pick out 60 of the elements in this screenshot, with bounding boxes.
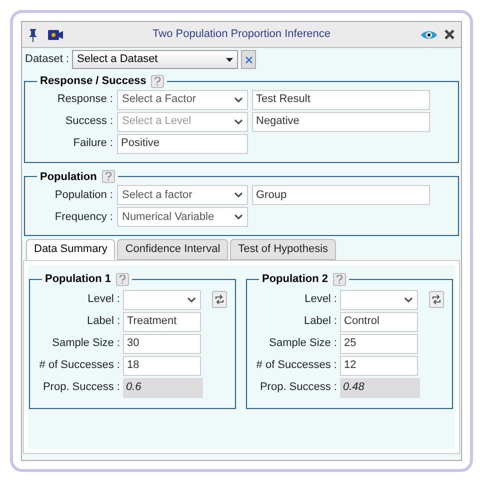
- chevron-down-icon: [404, 296, 413, 302]
- field-label: Prop. Success :: [42, 380, 120, 396]
- close-icon: [244, 56, 253, 64]
- dataset-dropdown[interactable]: Select a Dataset: [72, 50, 238, 69]
- chevron-down-icon: [234, 118, 243, 124]
- chevron-down-icon: [234, 192, 243, 198]
- field-label: Label :: [302, 314, 337, 330]
- swap-button[interactable]: [212, 291, 227, 308]
- chevron-down-icon: [234, 214, 243, 220]
- field-label: Prop. Success :: [258, 380, 337, 396]
- readonly-field: 0.48: [340, 378, 420, 398]
- text-field[interactable]: Control: [340, 312, 418, 332]
- swap-icon: [432, 294, 441, 305]
- camera-icon[interactable]: [48, 30, 63, 40]
- close-icon[interactable]: [444, 29, 455, 40]
- chevron-down-icon: [234, 96, 243, 102]
- field-label: Sample Size :: [51, 336, 120, 352]
- text-field[interactable]: Treatment: [123, 312, 201, 332]
- section-title: Population 2: [262, 272, 328, 287]
- field-label: Dataset :: [25, 52, 70, 68]
- text-field[interactable]: Group: [252, 185, 430, 205]
- dropdown[interactable]: Numerical Variable: [117, 207, 248, 227]
- text-field[interactable]: Test Result: [252, 90, 430, 110]
- dropdown[interactable]: Select a Factor: [117, 90, 248, 110]
- readonly-field: 0.6: [123, 378, 203, 398]
- help-icon[interactable]: [102, 170, 115, 184]
- caret-icon: [226, 58, 234, 62]
- text-field[interactable]: 12: [340, 356, 418, 376]
- field-label: # of Successes :: [255, 358, 337, 374]
- window-title: Two Population Proportion Inference: [152, 27, 332, 42]
- pin-icon[interactable]: [28, 28, 38, 42]
- text-field[interactable]: Positive: [117, 134, 248, 154]
- text-field[interactable]: 25: [340, 334, 418, 354]
- clear-button[interactable]: [241, 50, 256, 69]
- swap-icon: [215, 294, 224, 305]
- dropdown[interactable]: Select a factor: [117, 185, 248, 205]
- field-label: # of Successes :: [38, 358, 120, 374]
- field-label: Frequency :: [54, 210, 113, 225]
- help-icon[interactable]: [116, 272, 129, 286]
- field-label: Level :: [86, 292, 120, 308]
- tab[interactable]: Data Summary: [26, 239, 116, 260]
- help-icon[interactable]: [333, 272, 346, 286]
- eye-icon[interactable]: [420, 28, 438, 40]
- field-label: Population :: [54, 188, 113, 203]
- field-label: Success :: [64, 114, 113, 130]
- field-label: Label :: [86, 314, 120, 330]
- help-icon[interactable]: [151, 74, 164, 88]
- section-title: Population: [40, 170, 97, 184]
- swap-button[interactable]: [429, 291, 444, 308]
- field-label: Sample Size :: [268, 336, 337, 352]
- section-title: Response / Success: [40, 74, 146, 89]
- chevron-down-icon: [187, 296, 196, 302]
- section-title: Population 1: [45, 272, 111, 287]
- text-field[interactable]: 18: [123, 356, 201, 376]
- tab[interactable]: Test of Hypothesis: [230, 239, 336, 260]
- tab[interactable]: Confidence Interval: [117, 239, 228, 260]
- field-label: Level :: [304, 292, 337, 308]
- field-label: Response :: [56, 92, 113, 108]
- text-field[interactable]: 30: [123, 334, 201, 354]
- field-label: Failure :: [72, 136, 113, 152]
